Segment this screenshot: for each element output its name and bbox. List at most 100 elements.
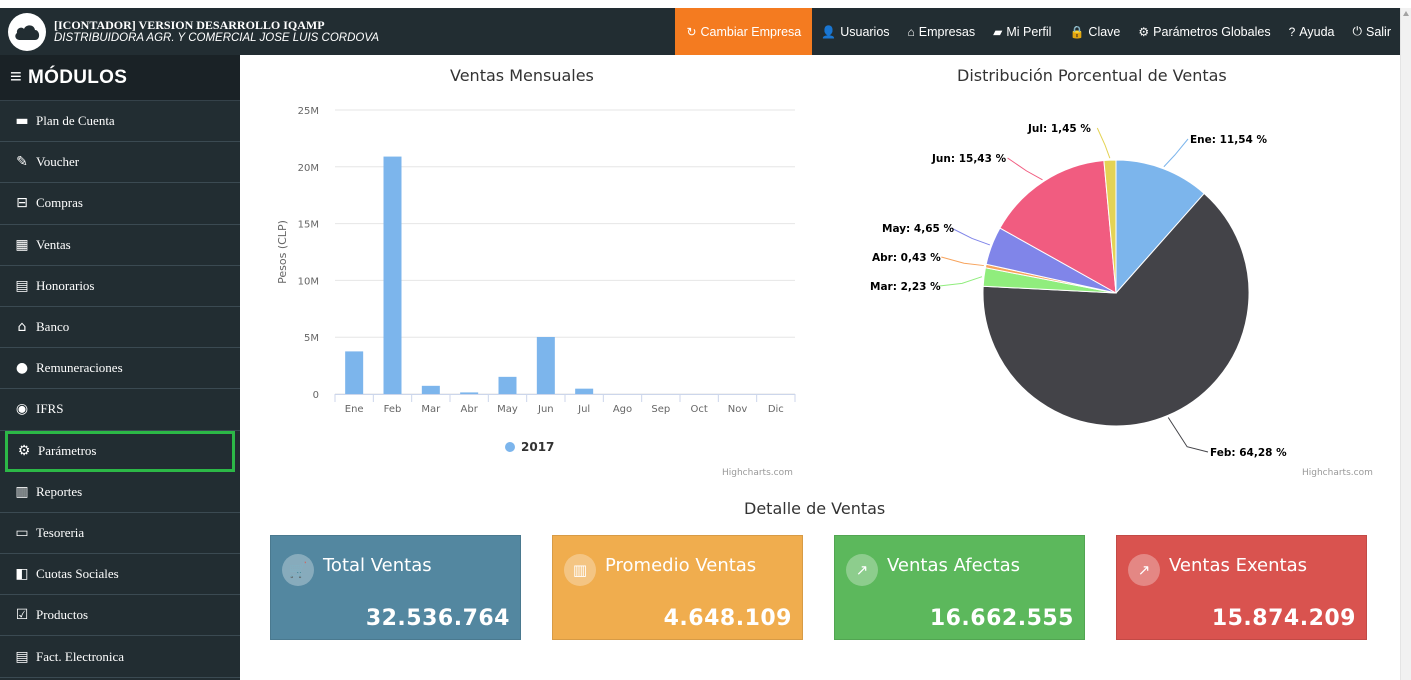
bar-ene[interactable] [345, 351, 364, 394]
nav-parámetros-globales[interactable]: ⚙ Parámetros Globales [1129, 8, 1279, 55]
calculator-icon: ▦ [15, 236, 29, 253]
scroll-up-arrow-icon[interactable] [1403, 11, 1409, 16]
stat-card-promedio-ventas: ▥ Promedio Ventas 4.648.109 [552, 535, 803, 640]
x-tick-label: Sep [651, 404, 670, 415]
bar-jun[interactable] [536, 336, 555, 394]
hamburger-icon[interactable]: ≡ [10, 66, 22, 89]
sidebar-item-parámetros[interactable]: ⚙ Parámetros [5, 430, 235, 472]
credit-card-icon: ▭ [15, 524, 29, 541]
bar-mar[interactable] [421, 385, 440, 394]
question-icon: ? [1288, 24, 1296, 39]
x-tick-label: Dic [768, 404, 784, 415]
y-tick-label: 20M [298, 163, 319, 174]
sidebar-item-ventas[interactable]: ▦ Ventas [0, 225, 240, 266]
nav-cambiar-empresa[interactable]: ↻ Cambiar Empresa [675, 8, 813, 55]
nav-clave[interactable]: 🔒 Clave [1060, 8, 1129, 55]
sidebar-item-label: Parámetros [38, 443, 97, 459]
pie-data-label: Jun: 15,43 % [931, 153, 1007, 165]
bar-feb[interactable] [383, 156, 402, 394]
sidebar-item-productos[interactable]: ☑ Productos [0, 595, 240, 637]
globe-icon: ◉ [15, 401, 29, 418]
file-text-icon: ▤ [15, 648, 29, 665]
pie-chart-title: Distribución Porcentual de Ventas [957, 66, 1227, 85]
home-icon: ⌂ [907, 24, 915, 39]
refresh-icon: ↻ [686, 24, 697, 39]
nav-label: Parámetros Globales [1153, 24, 1271, 39]
x-tick-label: Ago [613, 404, 632, 415]
pie-data-label: Abr: 0,43 % [872, 252, 941, 264]
top-nav-menu: ↻ Cambiar Empresa 👤 Usuarios ⌂ Empresas ▰ Mi Pe… [675, 8, 1400, 55]
bank-icon: ⌂ [17, 319, 27, 336]
pie-connector [951, 227, 991, 246]
sidebar-item-reportes[interactable]: ▥ Reportes [0, 472, 240, 513]
sidebar-item-tesoreria[interactable]: ▭ Tesoreria [0, 513, 240, 555]
sidebar-item-label: Ventas [36, 236, 71, 252]
bar-may[interactable] [498, 376, 517, 394]
stat-card-value: 16.662.555 [929, 606, 1074, 631]
stat-card-total-ventas: 🛒 Total Ventas 32.536.764 [270, 535, 521, 640]
y-tick-label: 0 [313, 390, 319, 401]
nav-usuarios[interactable]: 👤 Usuarios [812, 8, 898, 55]
nav-empresas[interactable]: ⌂ Empresas [899, 8, 985, 55]
x-tick-label: Abr [461, 404, 479, 415]
stat-card-title: Ventas Afectas [887, 555, 1021, 576]
pie-connector [941, 256, 984, 267]
sidebar-item-cuotas-sociales[interactable]: ◧ Cuotas Sociales [0, 554, 240, 596]
x-tick-label: Jul [577, 404, 590, 415]
stat-card-value: 15.874.209 [1211, 606, 1356, 631]
stat-card-value: 32.536.764 [365, 606, 510, 631]
legend-marker[interactable] [505, 442, 515, 452]
sidebar-item-ifrs[interactable]: ◉ IFRS [0, 389, 240, 431]
sidebar-item-label: Banco [36, 319, 70, 335]
sidebar-item-label: Honorarios [36, 277, 95, 293]
sidebar-item-remuneraciones[interactable]: ● Remuneraciones [0, 348, 240, 390]
file-icon: ▤ [15, 277, 29, 294]
sidebar-header[interactable]: ≡ MÓDULOS [0, 55, 240, 101]
line-chart-icon: ↗ [1128, 554, 1160, 586]
stat-card-title: Total Ventas [323, 555, 432, 576]
pie-chart-credits[interactable]: Highcharts.com [1302, 468, 1373, 478]
share-icon: ◧ [15, 566, 29, 583]
bar-chart: 0 5M 10M 15M 20M 25M Pesos (CLP) Ene Feb Mar Abr Ma… [276, 106, 796, 454]
nav-label: Mi Perfil [1006, 24, 1052, 39]
sidebar-item-compras[interactable]: ⊟ Compras [0, 183, 240, 225]
sidebar-item-label: Reportes [36, 483, 83, 499]
nav-salir[interactable]: ⏻ Salir [1343, 8, 1400, 55]
sidebar-item-label: Remuneraciones [36, 360, 123, 376]
sidebar: ≡ MÓDULOS ▬ Plan de Cuenta ✎ Voucher ⊟ Compra… [0, 55, 240, 680]
company-name: DISTRIBUIDORA AGR. Y COMERCIAL JOSE LUIS… [54, 31, 380, 44]
sidebar-item-label: Plan de Cuenta [36, 113, 115, 129]
bar-chart-icon: ▥ [564, 554, 596, 586]
user-icon: 👤 [821, 24, 837, 39]
sidebar-item-label: Productos [36, 607, 88, 623]
y-tick-label: 5M [304, 333, 319, 344]
bar-abr[interactable] [460, 392, 479, 394]
pie-connector [1096, 127, 1111, 159]
nav-mi-perfil[interactable]: ▰ Mi Perfil [984, 8, 1060, 55]
pie-data-label: Feb: 64,28 % [1210, 447, 1287, 459]
top-navbar: [ICONTADOR] VERSION DESARROLLO IQAMP DIS… [0, 0, 1400, 55]
brand[interactable]: [ICONTADOR] VERSION DESARROLLO IQAMP DIS… [8, 8, 379, 55]
nav-label: Cambiar Empresa [700, 24, 802, 39]
lock-icon: 🔒 [1069, 24, 1085, 39]
page-scrollbar[interactable] [1400, 8, 1411, 680]
bar-chart-credits[interactable]: Highcharts.com [722, 468, 793, 478]
nav-ayuda[interactable]: ? Ayuda [1280, 8, 1344, 55]
sidebar-item-honorarios[interactable]: ▤ Honorarios [0, 266, 240, 307]
sidebar-item-voucher[interactable]: ✎ Voucher [0, 142, 240, 184]
sidebar-item-plan-de-cuenta[interactable]: ▬ Plan de Cuenta [0, 101, 240, 143]
sidebar-item-banco[interactable]: ⌂ Banco [0, 307, 240, 349]
x-tick-label: Oct [691, 404, 708, 415]
bar-jul[interactable] [575, 388, 594, 394]
app-title: [ICONTADOR] VERSION DESARROLLO IQAMP [54, 17, 325, 32]
y-tick-label: 15M [298, 220, 319, 231]
cloud-logo-icon [8, 12, 46, 51]
legend-item-label[interactable]: 2017 [521, 440, 554, 454]
pie-data-label: Mar: 2,23 % [870, 281, 941, 293]
pie-connector [1163, 138, 1189, 168]
pie-connector [1167, 417, 1209, 453]
sidebar-item-fact-electronica[interactable]: ▤ Fact. Electronica [0, 636, 240, 678]
power-icon: ⏻ [1352, 24, 1362, 38]
check-square-icon: ☑ [15, 607, 29, 624]
pie-data-label: Jul: 1,45 % [1027, 123, 1091, 135]
